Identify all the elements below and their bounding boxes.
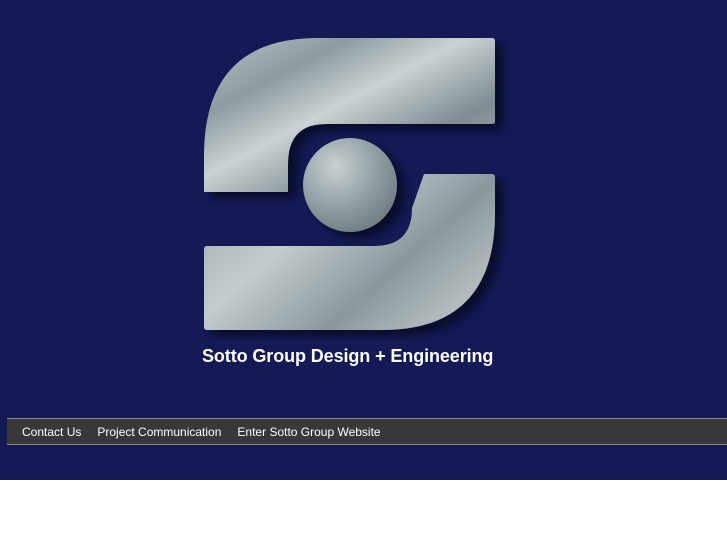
nav-contact-us[interactable]: Contact Us xyxy=(22,425,81,439)
splash-stage: Sotto Group Design + Engineering Contact… xyxy=(0,0,727,480)
main-nav: Contact Us Project Communication Enter S… xyxy=(7,418,727,445)
metal-s-logo-icon xyxy=(204,38,495,330)
nav-enter-website[interactable]: Enter Sotto Group Website xyxy=(237,425,380,439)
nav-project-communication[interactable]: Project Communication xyxy=(97,425,221,439)
company-tagline: Sotto Group Design + Engineering xyxy=(202,346,494,366)
